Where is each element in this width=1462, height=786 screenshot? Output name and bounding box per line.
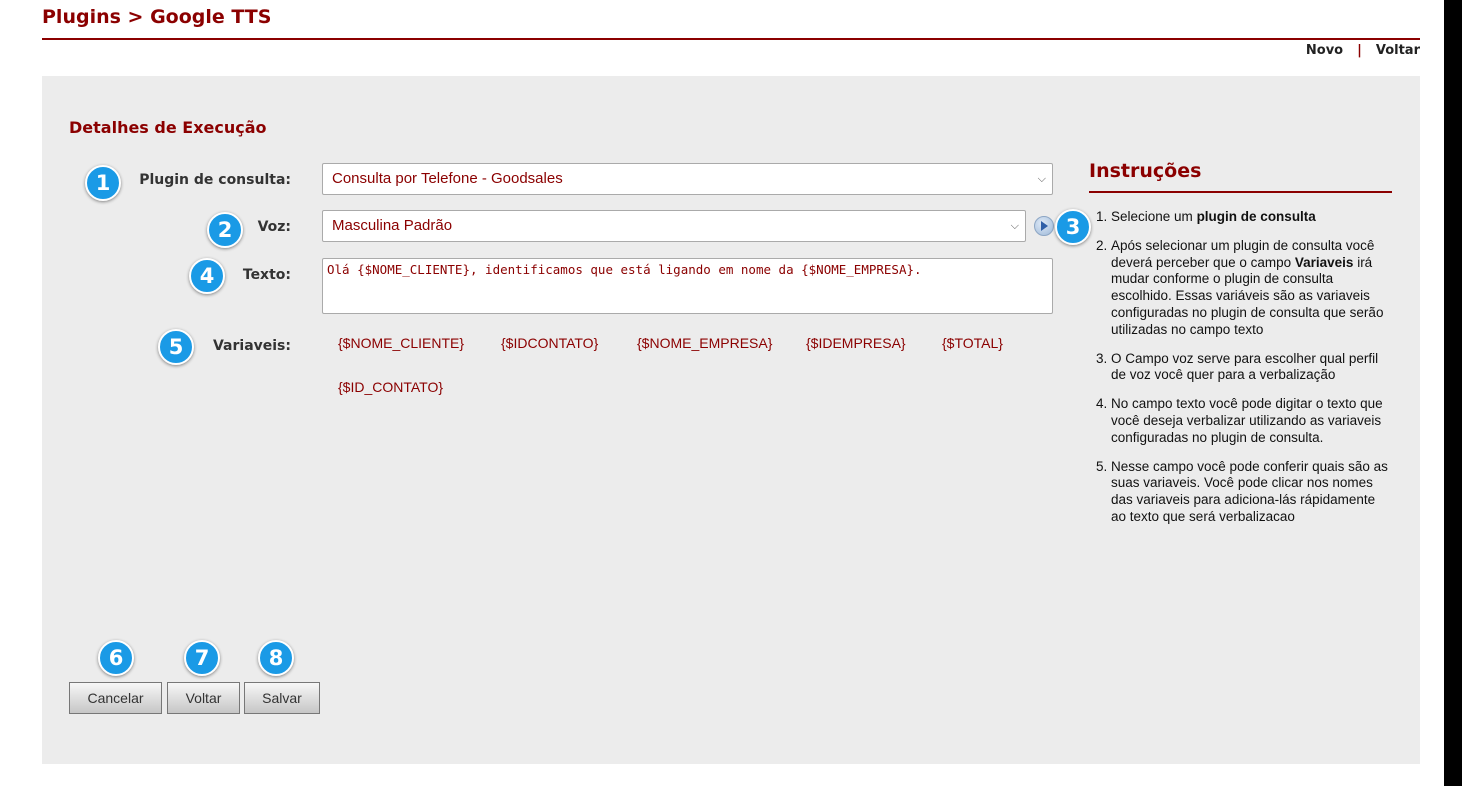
page: Plugins > Google TTS Novo | Voltar Detalhe…: [0, 0, 1444, 786]
instruction-item: Selecione um plugin de consulta: [1111, 209, 1392, 226]
badge-7: 7: [184, 640, 220, 676]
instructions-title: Instruções: [1089, 160, 1202, 182]
badge-6: 6: [98, 640, 134, 676]
link-separator: |: [1357, 43, 1362, 58]
instruction-item: Após selecionar um plugin de consulta vo…: [1111, 238, 1392, 339]
novo-link[interactable]: Novo: [1306, 43, 1343, 58]
page-title: Plugins > Google TTS: [42, 6, 272, 28]
plugin-label: Plugin de consulta:: [139, 172, 291, 188]
variable-id-contato[interactable]: {$ID_CONTATO}: [338, 379, 443, 395]
variable-idcontato[interactable]: {$IDCONTATO}: [501, 335, 598, 351]
plugin-select-value: Consulta por Telefone - Goodsales: [332, 170, 563, 187]
cancel-button[interactable]: Cancelar: [69, 682, 162, 714]
voz-select[interactable]: Masculina Padrão ⌵: [322, 210, 1026, 242]
voz-select-value: Masculina Padrão: [332, 217, 453, 234]
play-voice-icon[interactable]: [1034, 216, 1054, 236]
voltar-link[interactable]: Voltar: [1376, 43, 1420, 58]
badge-8: 8: [258, 640, 294, 676]
top-links: Novo | Voltar: [1306, 43, 1420, 58]
instructions-box: Instruções Selecione um plugin de consul…: [1089, 160, 1392, 538]
title-divider: [42, 38, 1420, 40]
section-title: Detalhes de Execução: [69, 118, 267, 137]
chevron-down-icon: ⌵: [1010, 220, 1019, 232]
texto-label: Texto:: [242, 267, 291, 283]
instructions-list: Selecione um plugin de consulta Após sel…: [1089, 209, 1392, 526]
instructions-divider: [1089, 191, 1392, 193]
plugin-select[interactable]: Consulta por Telefone - Goodsales ⌵: [322, 163, 1053, 195]
variable-nome-empresa[interactable]: {$NOME_EMPRESA}: [637, 335, 772, 351]
texto-textarea[interactable]: Olá {$NOME_CLIENTE}, identificamos que e…: [322, 258, 1053, 314]
voz-label: Voz:: [257, 219, 291, 235]
variable-idempresa[interactable]: {$IDEMPRESA}: [806, 335, 906, 351]
save-button[interactable]: Salvar: [244, 682, 320, 714]
instruction-item: Nesse campo você pode conferir quais são…: [1111, 459, 1392, 526]
instruction-item: O Campo voz serve para escolher qual per…: [1111, 351, 1392, 385]
execution-panel: Detalhes de Execução 1 Plugin de consult…: [42, 76, 1420, 764]
instruction-item: No campo texto você pode digitar o texto…: [1111, 396, 1392, 446]
chevron-down-icon: ⌵: [1037, 173, 1046, 185]
variable-nome-cliente[interactable]: {$NOME_CLIENTE}: [338, 335, 464, 351]
back-button[interactable]: Voltar: [167, 682, 240, 714]
badge-3: 3: [1055, 209, 1091, 245]
variable-total[interactable]: {$TOTAL}: [942, 335, 1003, 351]
variaveis-label: Variaveis:: [212, 338, 291, 354]
